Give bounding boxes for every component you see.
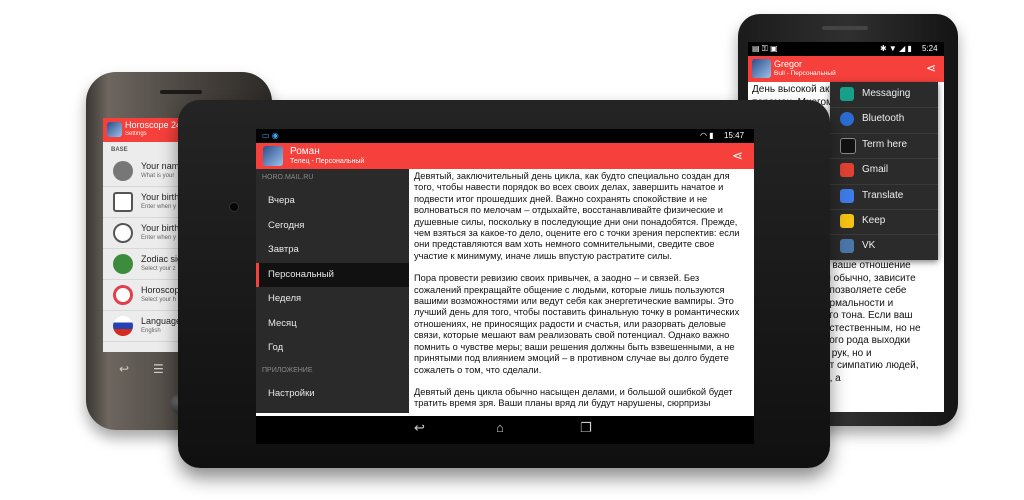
drawer-section-app: ПРИЛОЖЕНИЕ [262, 367, 313, 374]
home-icon[interactable]: ⌂ [496, 420, 504, 435]
row-title: Your birth [141, 192, 180, 202]
drawer-item-label: Неделя [268, 293, 302, 304]
drawer-item-label: Сегодня [268, 219, 305, 231]
left-app-subtitle: Settings [125, 131, 147, 137]
share-icon[interactable]: ⋖ [926, 61, 936, 75]
share-item-label: Gmail [862, 164, 889, 176]
right-app-bar: Gregor Bull - Персональный ⋖ [748, 56, 944, 82]
row-subtitle: What is your [141, 173, 175, 179]
avatar [752, 59, 771, 78]
app-logo-icon [107, 122, 122, 137]
settings-section-base: BASE [111, 147, 128, 153]
drawer-item-tomorrow[interactable]: Завтра [256, 238, 409, 262]
share-item-messaging[interactable]: Messaging [830, 82, 938, 109]
row-title: Your birth [141, 223, 180, 233]
row-subtitle: Enter when y [141, 235, 177, 241]
flag-icon [113, 316, 133, 336]
drawer-section-horo: HORO.MAIL.RU [262, 174, 314, 181]
notification-icons: ▭ ◉ [262, 131, 279, 140]
drawer-item-settings[interactable]: Настройки [256, 382, 409, 406]
share-item-translate[interactable]: Translate [830, 184, 938, 210]
drawer-item-label: Год [268, 342, 284, 353]
signal-icons: ✱ ▼ ◢ ▮ [880, 44, 912, 53]
drawer-item-label: Вчера [268, 195, 295, 206]
person-icon [113, 161, 133, 181]
drawer-item-yesterday[interactable]: Вчера [256, 189, 409, 213]
tablet-app-bar: Роман Телец - Персональный ⋖ [256, 143, 754, 169]
gmail-icon [840, 163, 854, 178]
right-text-bottom: и ваше отношение м обычно, зависите , по… [824, 260, 921, 384]
horoscope-text: Девятый, заключительный день цикла, как … [414, 171, 748, 421]
right-phone-speaker [822, 26, 868, 30]
share-item-terminal[interactable]: Term here [830, 133, 938, 160]
avatar[interactable] [263, 146, 283, 166]
left-phone-speaker [160, 90, 202, 94]
messaging-icon [840, 87, 854, 101]
recents-icon[interactable]: ❐ [580, 420, 592, 436]
drawer-item-label: Завтра [268, 244, 299, 255]
row-title: Zodiac sig [141, 254, 183, 264]
navigation-drawer: HORO.MAIL.RU Вчера Сегодня Завтра Персон… [256, 169, 409, 413]
tablet-screen: ▭ ◉ ◠ ▮ 15:47 Роман Телец - Персональный… [256, 129, 754, 444]
tablet-app-title: Роман [290, 146, 320, 157]
clock-icon [113, 223, 133, 243]
keep-icon [840, 214, 854, 228]
horoscope-paragraph: Девятый, заключительный день цикла, как … [414, 171, 740, 261]
zodiac-icon [113, 254, 133, 274]
horoscope-paragraph: Девятый день цикла обычно насыщен делами… [414, 386, 733, 409]
share-item-gmail[interactable]: Gmail [830, 158, 938, 185]
share-item-label: Messaging [862, 88, 911, 99]
share-item-label: Translate [862, 189, 904, 201]
drawer-item-label: Настройки [268, 388, 315, 399]
share-menu: Messaging Bluetooth Term here Gmail Tran… [830, 82, 938, 260]
share-item-keep[interactable]: Keep [830, 209, 938, 236]
bluetooth-icon [840, 112, 854, 127]
vk-icon [840, 239, 854, 254]
notification-icons: ▤ ⚿ ▣ [752, 44, 778, 53]
right-status-bar: ▤ ⚿ ▣ ✱ ▼ ◢ ▮ 5:24 [748, 42, 944, 56]
row-subtitle: Enter when y [141, 204, 177, 210]
row-subtitle: Select your h [141, 297, 177, 303]
wifi-battery-icons: ◠ ▮ [700, 131, 714, 140]
left-app-title: Horoscope 24/ [125, 120, 184, 130]
tablet-nav-bar: ↩ ⌂ ❐ [256, 416, 754, 444]
terminal-icon [840, 137, 856, 154]
drawer-item-week[interactable]: Неделя [256, 287, 409, 311]
share-item-label: Keep [862, 215, 886, 226]
tablet-status-bar: ▭ ◉ ◠ ▮ 15:47 [256, 129, 754, 143]
drawer-item-label: Персональный [268, 268, 334, 280]
back-icon[interactable]: ↩ [414, 420, 425, 436]
share-item-vk[interactable]: VK [830, 234, 938, 259]
horoscope-paragraph: Пора провести ревизию своих привычек, а … [414, 273, 740, 375]
drawer-item-year[interactable]: Год [256, 336, 409, 360]
horoscope-icon [113, 285, 133, 305]
tablet-app-subtitle: Телец - Персональный [290, 158, 365, 165]
right-status-time: 5:24 [922, 44, 938, 53]
row-subtitle: Select your z [141, 266, 176, 272]
share-item-bluetooth[interactable]: Bluetooth [830, 107, 938, 134]
right-app-title: Gregor [774, 59, 803, 69]
share-item-label: Term here [862, 138, 908, 150]
tablet-status-time: 15:47 [724, 131, 745, 140]
row-subtitle: English [141, 328, 161, 334]
back-icon[interactable]: ↩ [119, 362, 129, 376]
menu-icon[interactable]: ☰ [153, 362, 164, 376]
row-title: Language [141, 316, 182, 326]
right-app-subtitle: Bull - Персональный [774, 70, 836, 77]
drawer-item-today[interactable]: Сегодня [256, 214, 409, 238]
share-item-label: VK [862, 240, 876, 252]
tablet-camera [230, 203, 238, 211]
calendar-icon [113, 192, 133, 212]
share-icon[interactable]: ⋖ [732, 148, 743, 164]
translate-icon [840, 188, 854, 203]
drawer-item-personal[interactable]: Персональный [256, 262, 409, 287]
share-item-label: Bluetooth [862, 113, 905, 125]
drawer-item-label: Месяц [268, 317, 297, 329]
drawer-item-month[interactable]: Месяц [256, 312, 409, 336]
